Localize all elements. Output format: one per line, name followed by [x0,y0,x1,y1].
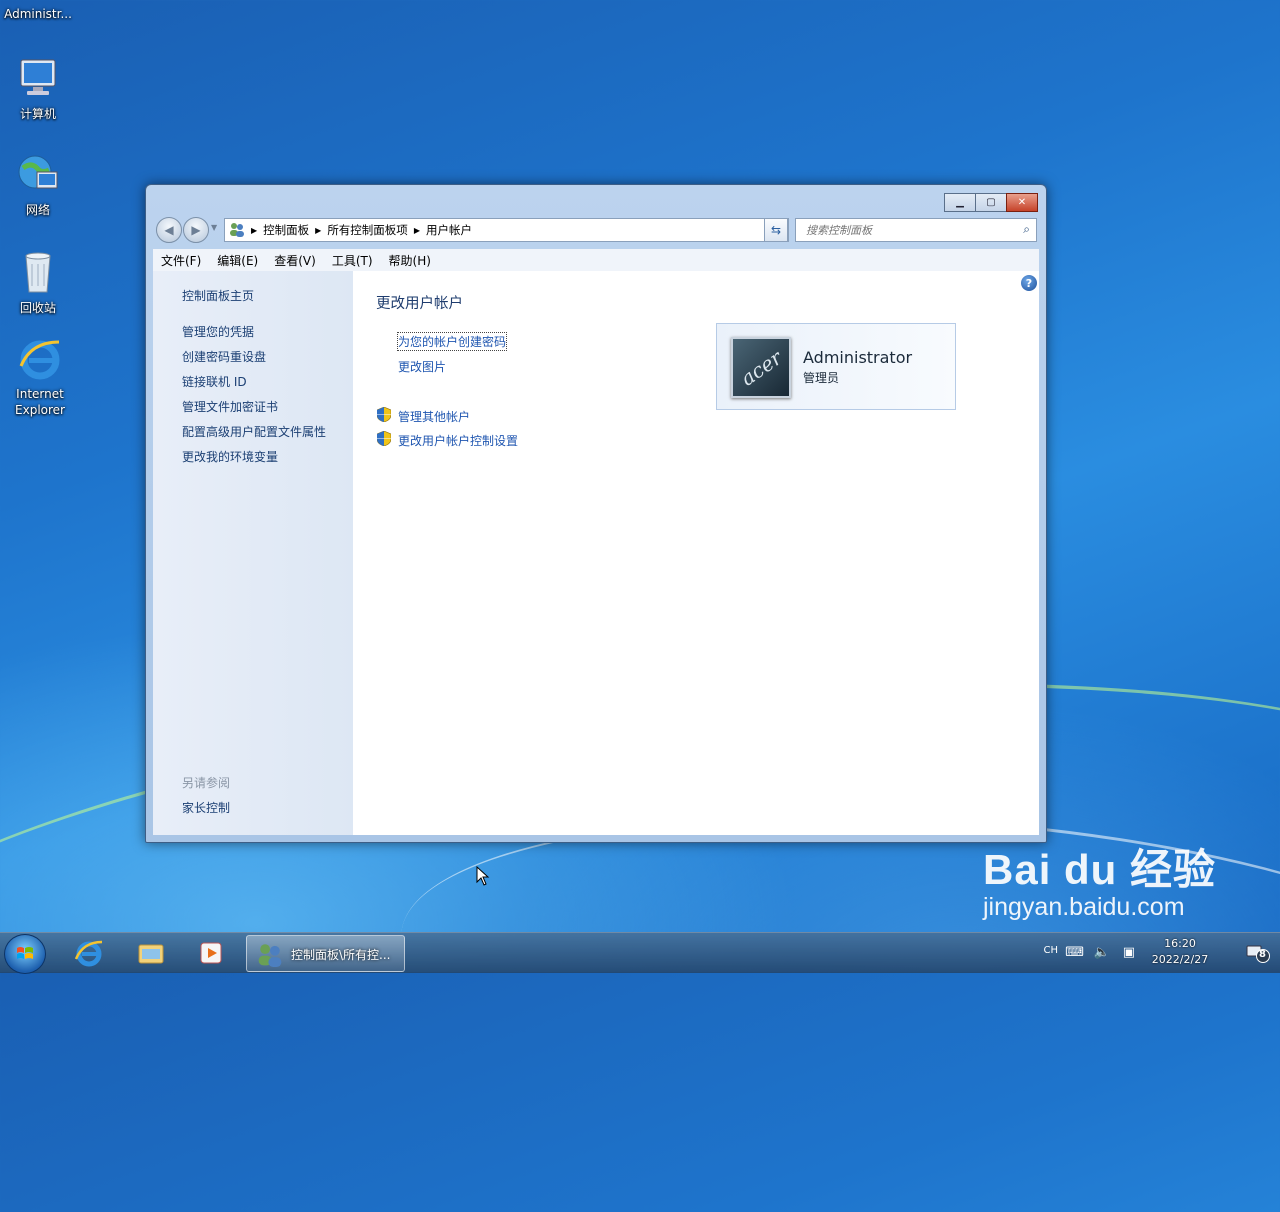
users-icon [229,221,245,240]
breadcrumb-separator-icon[interactable]: ▶ [251,226,257,235]
language-indicator[interactable]: CH [1043,945,1058,956]
desktop-icon-label: 网络 [25,203,50,217]
uac-settings-link[interactable]: 更改用户帐户控制设置 [398,432,518,449]
menu-edit[interactable]: 编辑(E) [209,252,266,269]
desktop-icon-internet-explorer[interactable]: Internet Explorer [2,336,78,418]
recycle-bin-icon [15,250,61,296]
task-link-reset-disk[interactable]: 创建密码重设盘 [182,348,266,365]
taskbar-media-player[interactable] [188,936,234,970]
taskbar-explorer[interactable] [128,936,174,970]
menu-file[interactable]: 文件(F) [153,252,209,269]
forward-arrow-icon: ▶ [191,223,201,237]
breadcrumb-item[interactable]: 控制面板 [263,222,309,238]
menu-tools[interactable]: 工具(T) [324,252,381,269]
baidu-watermark: Bai du 经验 jingyan.baidu.com [983,836,1216,922]
refresh-button[interactable]: ⇆ [764,218,788,242]
refresh-icon: ⇆ [770,223,782,237]
history-dropdown-icon[interactable]: ▼ [211,223,217,232]
clock-time: 16:20 [1164,937,1196,950]
minimize-icon: ▁ [956,197,964,208]
folder-icon [138,944,164,964]
help-icon[interactable]: ? [1021,275,1037,291]
keyboard-icon[interactable]: ⌨ [1065,945,1084,960]
computer-icon [15,56,61,102]
task-link-credentials[interactable]: 管理您的凭据 [182,323,254,340]
menu-bar: 文件(F) 编辑(E) 查看(V) 工具(T) 帮助(H) [153,249,1039,272]
desktop-icon-computer[interactable]: 计算机 [0,56,76,122]
volume-icon[interactable]: 🔈 [1094,945,1110,960]
parental-controls-link[interactable]: 家长控制 [182,799,230,816]
breadcrumb-item[interactable]: 所有控制面板项 [327,222,408,238]
address-bar[interactable]: ▶ 控制面板 ▶ 所有控制面板项 ▶ 用户帐户 ▼ [224,218,789,242]
task-pane: 控制面板主页 管理您的凭据 创建密码重设盘 链接联机 ID 管理文件加密证书 配… [153,271,353,835]
system-tray: CH ⌨ 🔈 ▣ 16:20 2022/2/27 8 [1020,933,1280,973]
network-tray-icon[interactable]: ▣ [1123,945,1135,960]
control-panel-home-link[interactable]: 控制面板主页 [182,287,254,304]
user-name: Administrator [803,348,913,367]
search-box: ⌕ [795,218,1037,242]
avatar: acer [731,337,791,398]
taskbar: 控制面板\所有控... CH ⌨ 🔈 ▣ 16:20 2022/2/27 8 [0,932,1280,974]
search-input[interactable] [804,222,1013,238]
uac-shield-icon [377,407,391,422]
caption-buttons: ▁ ▢ ✕ [944,193,1038,212]
desktop-icon-network[interactable]: 网络 [0,152,76,218]
clock-date: 2022/2/27 [1151,953,1209,966]
taskbar-task-control-panel[interactable]: 控制面板\所有控... [246,935,405,972]
breadcrumb-separator-icon[interactable]: ▶ [414,226,420,235]
network-globe-icon [15,152,61,198]
back-button[interactable]: ◀ [156,217,182,243]
user-account-tile: acer Administrator 管理员 [716,323,956,410]
task-link-profile-properties[interactable]: 配置高级用户配置文件属性 [182,423,326,440]
task-link-online-id[interactable]: 链接联机 ID [182,373,247,390]
user-role: 管理员 [803,371,840,385]
watermark-brand: Bai du 经验 [983,846,1217,893]
control-panel-window: ▁ ▢ ✕ ◀ ▶ ▼ ▶ 控制面板 ▶ 所有控制面板项 ▶ 用户帐户 ▼ ⇆ … [145,184,1047,843]
notification-count: 8 [1259,949,1266,960]
desktop-icon-label: Administr... [4,7,72,21]
media-player-icon [200,942,222,964]
change-picture-link[interactable]: 更改图片 [398,358,446,375]
task-link-environment-vars[interactable]: 更改我的环境变量 [182,448,278,465]
desktop-icon-label: 计算机 [19,107,56,121]
taskbar-task-label: 控制面板\所有控... [291,948,391,962]
menu-view[interactable]: 查看(V) [266,252,324,269]
internet-explorer-icon [17,336,63,382]
breadcrumb-item[interactable]: 用户帐户 [426,222,472,238]
windows-flag-icon [17,947,33,959]
close-button[interactable]: ✕ [1006,193,1038,212]
close-icon: ✕ [1017,197,1027,208]
create-password-link[interactable]: 为您的帐户创建密码 [396,332,508,351]
desktop-icon-label: Internet Explorer [15,387,65,417]
maximize-button[interactable]: ▢ [975,193,1007,212]
task-link-encryption-cert[interactable]: 管理文件加密证书 [182,398,278,415]
maximize-icon: ▢ [986,197,996,208]
search-icon[interactable]: ⌕ [1023,222,1030,237]
notification-icon[interactable]: 8 [1246,943,1270,963]
breadcrumb-separator-icon[interactable]: ▶ [315,226,321,235]
mouse-cursor-icon [476,866,490,886]
see-also-heading: 另请参阅 [182,776,231,790]
desktop-icon-label: 回收站 [19,301,56,315]
navigation-bar: ◀ ▶ ▼ ▶ 控制面板 ▶ 所有控制面板项 ▶ 用户帐户 ▼ ⇆ ⌕ [154,217,1038,243]
clock[interactable]: 16:20 2022/2/27 [1140,936,1220,968]
watermark-url: jingyan.baidu.com [983,893,1185,921]
client-area: 控制面板主页 管理您的凭据 创建密码重设盘 链接联机 ID 管理文件加密证书 配… [153,271,1039,835]
acer-logo: acer [735,344,787,391]
desktop-icon-user-folder[interactable]: Administr... [0,6,76,22]
desktop-icon-recycle-bin[interactable]: 回收站 [0,250,76,316]
minimize-button[interactable]: ▁ [944,193,976,212]
internet-explorer-icon [74,940,103,967]
uac-shield-icon [377,431,391,446]
start-button[interactable] [4,934,46,974]
menu-help[interactable]: 帮助(H) [381,252,439,269]
manage-other-accounts-link[interactable]: 管理其他帐户 [398,408,470,425]
back-arrow-icon: ◀ [164,223,174,237]
forward-button[interactable]: ▶ [183,217,209,243]
taskbar-internet-explorer[interactable] [66,936,112,970]
users-icon [258,944,282,967]
page-title: 更改用户帐户 [376,296,463,312]
